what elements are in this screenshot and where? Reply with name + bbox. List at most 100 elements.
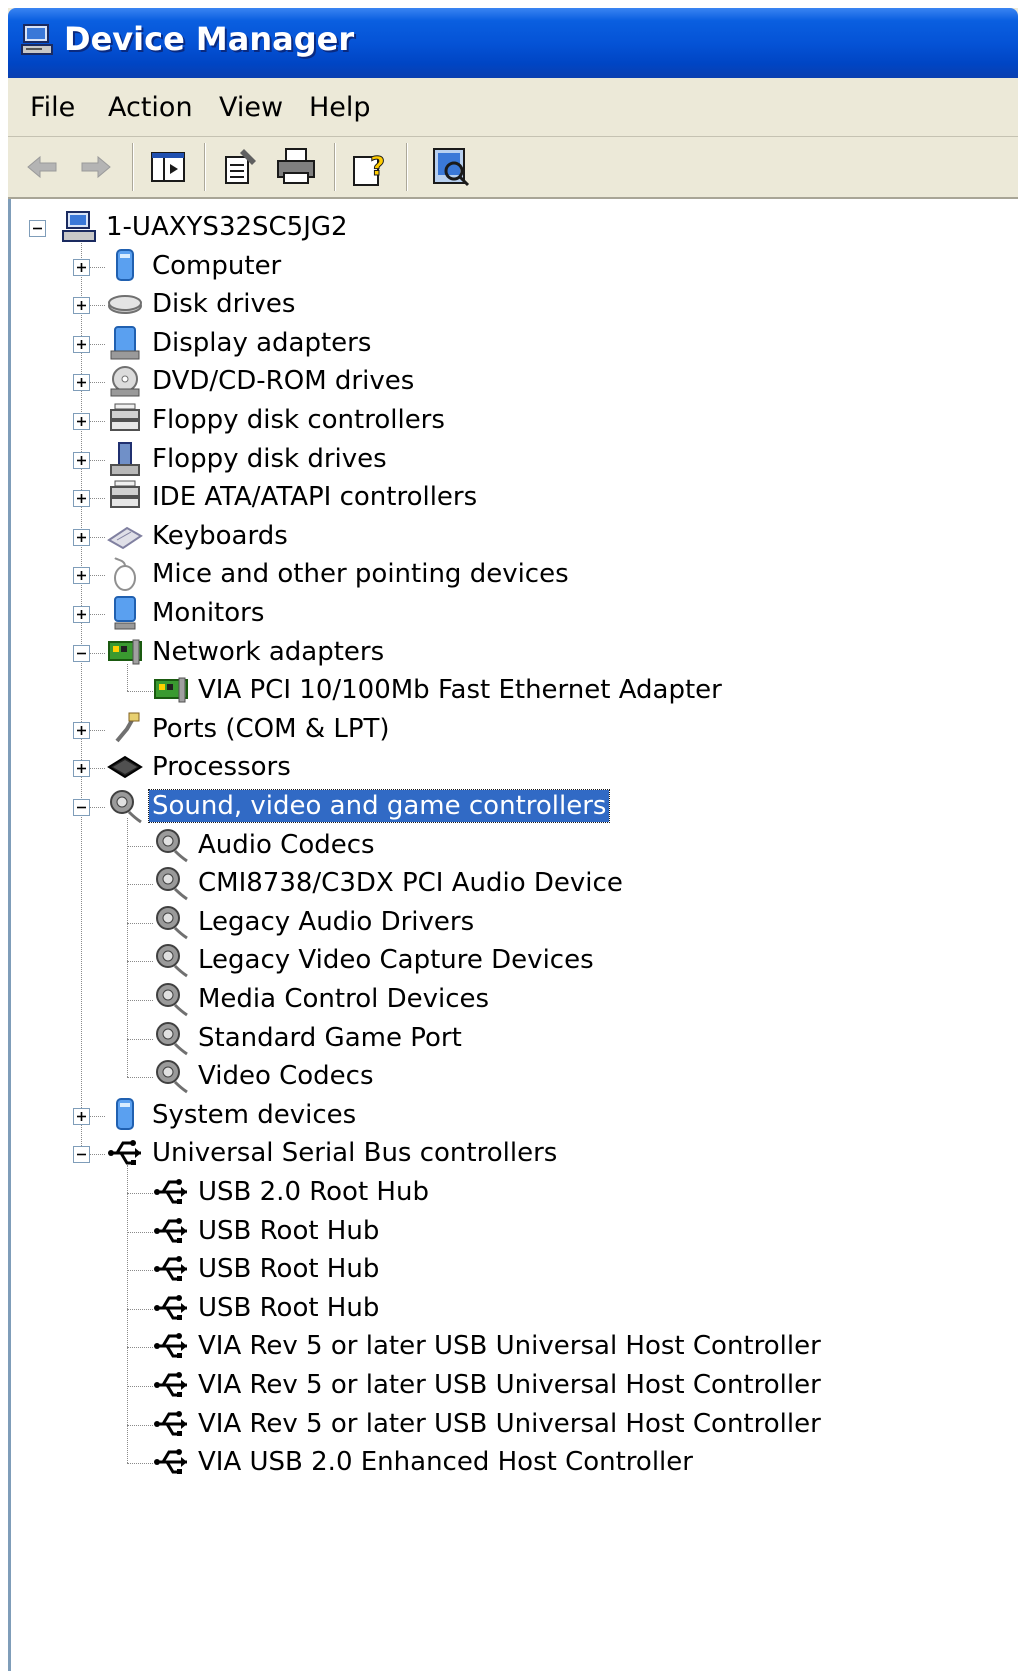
device-label[interactable]: USB Root Hub bbox=[195, 1215, 382, 1247]
device-label[interactable]: Legacy Video Capture Devices bbox=[195, 944, 597, 976]
expand-toggle-dvd-cd-rom-drives[interactable] bbox=[73, 374, 90, 392]
device-label[interactable]: USB Root Hub bbox=[195, 1253, 382, 1285]
expand-toggle-computer[interactable] bbox=[73, 258, 90, 276]
collapse-toggle-sound-video-and-game-controllers[interactable] bbox=[73, 799, 90, 816]
tree-leaf-legacy-audio-drivers[interactable]: Legacy Audio Drivers bbox=[11, 904, 1011, 942]
device-label[interactable]: Standard Game Port bbox=[195, 1022, 465, 1054]
menu-file[interactable]: File bbox=[30, 92, 75, 123]
device-label[interactable]: Video Codecs bbox=[195, 1060, 377, 1092]
node-label[interactable]: Processors bbox=[149, 751, 294, 783]
tree-node-mice-and-other-pointing-devices[interactable]: Mice and other pointing devices bbox=[11, 556, 1011, 594]
node-label[interactable]: Mice and other pointing devices bbox=[149, 558, 572, 590]
node-label[interactable]: Computer bbox=[149, 250, 284, 282]
node-label[interactable]: Floppy disk controllers bbox=[149, 404, 448, 436]
device-label[interactable]: VIA Rev 5 or later USB Universal Host Co… bbox=[195, 1408, 824, 1440]
tree-leaf-usb-root-hub[interactable]: USB Root Hub bbox=[11, 1251, 1011, 1289]
tree-leaf-legacy-video-capture-devices[interactable]: Legacy Video Capture Devices bbox=[11, 942, 1011, 980]
node-label[interactable]: Universal Serial Bus controllers bbox=[149, 1137, 560, 1169]
device-tree[interactable]: 1-UAXYS32SC5JG2 Computer Disk drives Displa… bbox=[8, 199, 1018, 1671]
expand-toggle-mice-and-other-pointing-devices[interactable] bbox=[73, 567, 90, 585]
menu-view[interactable]: View bbox=[219, 92, 283, 123]
expand-toggle-display-adapters[interactable] bbox=[73, 335, 90, 353]
collapse-toggle-root[interactable] bbox=[29, 220, 46, 237]
device-label[interactable]: Legacy Audio Drivers bbox=[195, 906, 477, 938]
title-bar[interactable]: Device Manager bbox=[8, 8, 1018, 78]
tree-node-dvd-cd-rom-drives[interactable]: DVD/CD-ROM drives bbox=[11, 363, 1011, 401]
tree-leaf-standard-game-port[interactable]: Standard Game Port bbox=[11, 1020, 1011, 1058]
tree-leaf-usb-root-hub[interactable]: USB Root Hub bbox=[11, 1290, 1011, 1328]
tree-leaf-via-rev-5-or-later-usb-universal-host-controller[interactable]: VIA Rev 5 or later USB Universal Host Co… bbox=[11, 1328, 1011, 1366]
node-label[interactable]: Ports (COM & LPT) bbox=[149, 713, 393, 745]
device-label[interactable]: Audio Codecs bbox=[195, 829, 378, 861]
device-label[interactable]: VIA Rev 5 or later USB Universal Host Co… bbox=[195, 1330, 824, 1362]
expand-toggle-processors[interactable] bbox=[73, 760, 90, 778]
device-label[interactable]: Media Control Devices bbox=[195, 983, 492, 1015]
node-label[interactable]: Disk drives bbox=[149, 288, 298, 320]
node-label[interactable]: Keyboards bbox=[149, 520, 291, 552]
expand-toggle-ide-ata-atapi-controllers[interactable] bbox=[73, 490, 90, 508]
tree-root[interactable]: 1-UAXYS32SC5JG2 bbox=[11, 209, 1011, 247]
node-label[interactable]: Network adapters bbox=[149, 636, 387, 668]
node-label[interactable]: Display adapters bbox=[149, 327, 374, 359]
tree-leaf-video-codecs[interactable]: Video Codecs bbox=[11, 1058, 1011, 1096]
tree-node-network-adapters[interactable]: Network adapters bbox=[11, 634, 1011, 672]
device-label[interactable]: CMI8738/C3DX PCI Audio Device bbox=[195, 867, 626, 899]
tree-leaf-via-usb-2-0-enhanced-host-controller[interactable]: VIA USB 2.0 Enhanced Host Controller bbox=[11, 1444, 1011, 1482]
tree-node-system-devices[interactable]: System devices bbox=[11, 1097, 1011, 1135]
menu-help[interactable]: Help bbox=[309, 92, 371, 123]
menu-action[interactable]: Action bbox=[108, 92, 193, 123]
scan-hardware-icon[interactable] bbox=[428, 145, 472, 189]
tree-leaf-via-pci-10-100mb-fast-ethernet-adapter[interactable]: VIA PCI 10/100Mb Fast Ethernet Adapter bbox=[11, 672, 1011, 710]
tree-node-keyboards[interactable]: Keyboards bbox=[11, 518, 1011, 556]
device-label[interactable]: USB 2.0 Root Hub bbox=[195, 1176, 432, 1208]
computer-name[interactable]: 1-UAXYS32SC5JG2 bbox=[103, 211, 351, 243]
expand-toggle-ports-com-lpt[interactable] bbox=[73, 721, 90, 739]
floppy-icon bbox=[110, 441, 140, 476]
device-label[interactable]: USB Root Hub bbox=[195, 1292, 382, 1324]
show-hide-console-tree-icon[interactable] bbox=[146, 145, 190, 189]
tree-node-disk-drives[interactable]: Disk drives bbox=[11, 286, 1011, 324]
expand-toggle-keyboards[interactable] bbox=[73, 528, 90, 546]
tree-leaf-usb-root-hub[interactable]: USB Root Hub bbox=[11, 1213, 1011, 1251]
tree-node-universal-serial-bus-controllers[interactable]: Universal Serial Bus controllers bbox=[11, 1135, 1011, 1173]
tree-leaf-via-rev-5-or-later-usb-universal-host-controller[interactable]: VIA Rev 5 or later USB Universal Host Co… bbox=[11, 1406, 1011, 1444]
tree-leaf-media-control-devices[interactable]: Media Control Devices bbox=[11, 981, 1011, 1019]
tree-leaf-audio-codecs[interactable]: Audio Codecs bbox=[11, 827, 1011, 865]
print-icon[interactable] bbox=[274, 145, 318, 189]
expand-toggle-floppy-disk-controllers[interactable] bbox=[73, 413, 90, 430]
tree-node-ide-ata-atapi-controllers[interactable]: IDE ATA/ATAPI controllers bbox=[11, 479, 1011, 517]
forward-icon[interactable] bbox=[74, 145, 118, 189]
tree-leaf-via-rev-5-or-later-usb-universal-host-controller[interactable]: VIA Rev 5 or later USB Universal Host Co… bbox=[11, 1367, 1011, 1405]
device-label[interactable]: VIA USB 2.0 Enhanced Host Controller bbox=[195, 1446, 696, 1478]
back-icon[interactable] bbox=[20, 145, 64, 189]
node-label[interactable]: System devices bbox=[149, 1099, 359, 1131]
node-label[interactable]: DVD/CD-ROM drives bbox=[149, 365, 417, 397]
collapse-toggle-universal-serial-bus-controllers[interactable] bbox=[73, 1146, 90, 1164]
help-icon[interactable]: ? bbox=[348, 145, 392, 189]
tree-node-display-adapters[interactable]: Display adapters bbox=[11, 325, 1011, 363]
expand-toggle-system-devices[interactable] bbox=[73, 1107, 90, 1125]
expand-toggle-disk-drives[interactable] bbox=[73, 297, 90, 315]
mouse-icon bbox=[114, 557, 136, 592]
tree-node-floppy-disk-controllers[interactable]: Floppy disk controllers bbox=[11, 402, 1011, 440]
tree-node-processors[interactable]: Processors bbox=[11, 749, 1011, 787]
toolbar-separator bbox=[406, 143, 408, 191]
tree-node-sound-video-and-game-controllers[interactable]: Sound, video and game controllers bbox=[11, 788, 1011, 826]
tree-node-computer[interactable]: Computer bbox=[11, 248, 1011, 286]
expand-toggle-floppy-disk-drives[interactable] bbox=[73, 451, 90, 469]
computer-icon bbox=[116, 248, 134, 281]
device-label[interactable]: VIA PCI 10/100Mb Fast Ethernet Adapter bbox=[195, 674, 725, 706]
collapse-toggle-network-adapters[interactable] bbox=[73, 644, 90, 662]
node-label[interactable]: Floppy disk drives bbox=[149, 443, 390, 475]
tree-leaf-cmi8738-c3dx-pci-audio-device[interactable]: CMI8738/C3DX PCI Audio Device bbox=[11, 865, 1011, 903]
tree-node-floppy-disk-drives[interactable]: Floppy disk drives bbox=[11, 441, 1011, 479]
node-label[interactable]: IDE ATA/ATAPI controllers bbox=[149, 481, 480, 513]
node-label[interactable]: Sound, video and game controllers bbox=[147, 789, 611, 823]
tree-node-monitors[interactable]: Monitors bbox=[11, 595, 1011, 633]
tree-leaf-usb-2-0-root-hub[interactable]: USB 2.0 Root Hub bbox=[11, 1174, 1011, 1212]
node-label[interactable]: Monitors bbox=[149, 597, 267, 629]
expand-toggle-monitors[interactable] bbox=[73, 606, 90, 623]
device-label[interactable]: VIA Rev 5 or later USB Universal Host Co… bbox=[195, 1369, 824, 1401]
properties-icon[interactable] bbox=[218, 145, 262, 189]
tree-node-ports-com-lpt[interactable]: Ports (COM & LPT) bbox=[11, 711, 1011, 749]
